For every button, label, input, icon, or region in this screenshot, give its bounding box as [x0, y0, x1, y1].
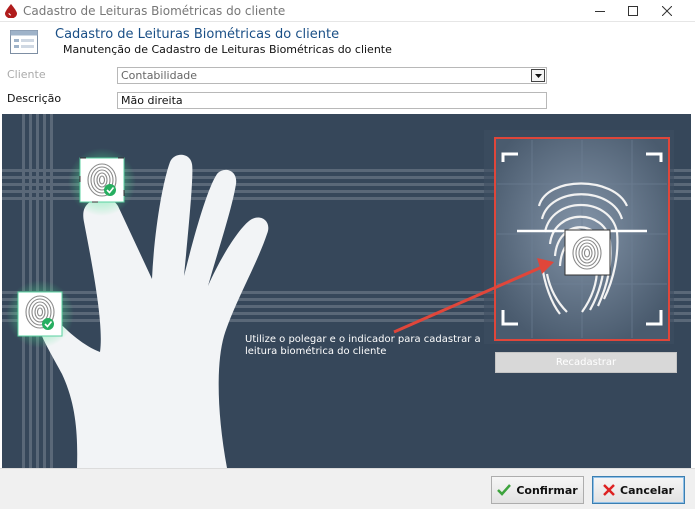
form-header: Cadastro de Leituras Biométricas do clie…: [0, 22, 695, 60]
cliente-value: Contabilidade: [121, 69, 198, 82]
recadastrar-button[interactable]: Recadastrar: [495, 352, 677, 373]
maximize-icon: [628, 6, 638, 16]
window-title: Cadastro de Leituras Biométricas do clie…: [23, 4, 286, 18]
maximize-button[interactable]: [616, 0, 650, 22]
minimize-button[interactable]: [583, 0, 617, 22]
form-fields: Cliente Contabilidade Descrição Mão dire…: [0, 60, 695, 114]
hand-illustration: [2, 114, 691, 468]
title-bar: Cadastro de Leituras Biométricas do clie…: [0, 0, 695, 22]
footer-bar: Confirmar Cancelar: [0, 468, 695, 509]
index-check-icon: [104, 184, 116, 196]
descricao-label: Descrição: [7, 92, 62, 105]
form-list-icon: [10, 30, 38, 54]
close-button[interactable]: [650, 0, 684, 22]
close-icon: [662, 6, 672, 16]
chevron-down-icon: [534, 73, 542, 78]
cliente-dropdown-button[interactable]: [531, 69, 545, 82]
cancel-button[interactable]: Cancelar: [592, 476, 685, 504]
confirm-label: Confirmar: [516, 483, 578, 497]
x-icon: [603, 484, 615, 496]
page-title: Cadastro de Leituras Biométricas do clie…: [55, 27, 340, 42]
cancel-label: Cancelar: [620, 483, 674, 497]
cliente-select[interactable]: Contabilidade: [117, 67, 547, 84]
confirm-button[interactable]: Confirmar: [491, 476, 584, 504]
blood-drop-icon: [5, 4, 17, 18]
cliente-label: Cliente: [7, 68, 46, 81]
biometric-panel: Utilize o polegar e o indicador para cad…: [2, 114, 691, 468]
minimize-icon: [595, 11, 605, 12]
thumb-check-icon: [42, 318, 54, 330]
descricao-input[interactable]: Mão direita: [117, 92, 547, 109]
instruction-text: Utilize o polegar e o indicador para cad…: [245, 334, 481, 357]
descricao-value: Mão direita: [121, 94, 183, 107]
page-subtitle: Manutenção de Cadastro de Leituras Biomé…: [63, 43, 392, 56]
check-icon: [497, 484, 512, 496]
